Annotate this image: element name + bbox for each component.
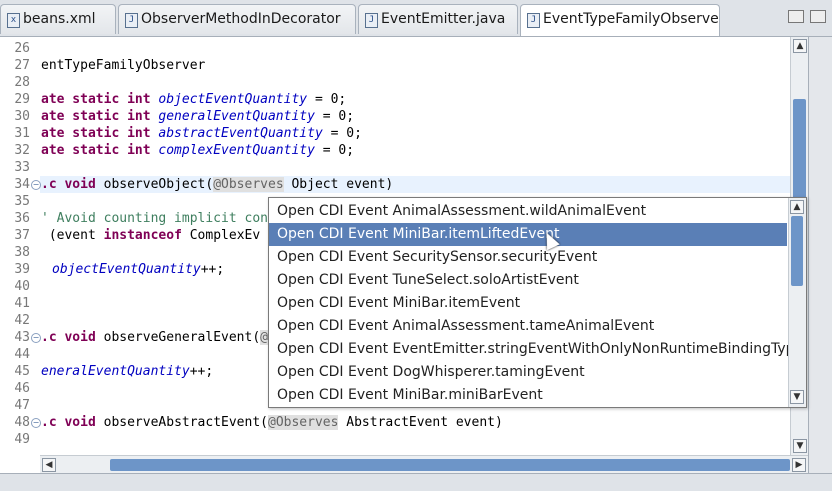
- line-number: 40: [14, 279, 30, 294]
- code-line: .c void observeGeneralEvent(@: [41, 330, 268, 345]
- popup-item[interactable]: Open CDI Event AnimalAssessment.tameAnim…: [269, 315, 787, 338]
- code-line: (event instanceof ComplexEv: [41, 228, 261, 243]
- bottom-views-bar: [0, 473, 832, 491]
- line-number: 33: [14, 160, 30, 175]
- popup-item[interactable]: Open CDI Event TuneSelect.soloArtistEven…: [269, 269, 787, 292]
- scroll-up-icon[interactable]: ▲: [790, 200, 804, 214]
- popup-scrollbar[interactable]: ▲ ▼: [788, 198, 806, 407]
- java-file-icon: J: [527, 13, 540, 28]
- line-number-gutter: 26 27 28 29 30 31 32 33 34 35 36 37 38 3…: [0, 37, 41, 455]
- code-line: objectEventQuantity++;: [52, 262, 225, 277]
- line-number: 29: [14, 92, 30, 107]
- popup-item[interactable]: Open CDI Event SecuritySensor.securityEv…: [269, 246, 787, 269]
- line-number: 45: [14, 364, 30, 379]
- line-number: 48: [14, 415, 30, 430]
- tab-event-type-family-observer[interactable]: J EventTypeFamilyObserver.j: [520, 4, 720, 36]
- popup-item-selected[interactable]: Open CDI Event MiniBar.itemLiftedEvent: [269, 223, 787, 246]
- xml-file-icon: x: [7, 13, 20, 28]
- tab-beans-xml[interactable]: x beans.xml: [0, 4, 116, 34]
- tab-label: beans.xml: [23, 11, 96, 27]
- scroll-right-icon[interactable]: ▶: [792, 458, 806, 472]
- code-line: .c void observeObject(@Observes Object e…: [41, 177, 394, 192]
- line-number: 26: [14, 41, 30, 56]
- line-number: 27: [14, 58, 30, 73]
- line-number: 46: [14, 381, 30, 396]
- fold-toggle-icon[interactable]: −: [31, 180, 41, 190]
- code-line: ate static int abstractEventQuantity = 0…: [41, 126, 362, 141]
- scrollbar-thumb[interactable]: [110, 459, 790, 471]
- scroll-down-icon[interactable]: ▼: [793, 439, 807, 453]
- tab-event-emitter[interactable]: J EventEmitter.java: [358, 4, 518, 34]
- open-cdi-event-popup: Open CDI Event AnimalAssessment.wildAnim…: [268, 197, 807, 408]
- java-file-icon: J: [125, 13, 138, 28]
- code-line: entTypeFamilyObserver: [41, 58, 206, 73]
- tab-label: EventTypeFamilyObserver.j: [543, 11, 720, 27]
- popup-item[interactable]: Open CDI Event DogWhisperer.tamingEvent: [269, 361, 787, 384]
- editor-tab-bar: x beans.xml J ObserverMethodInDecorator …: [0, 0, 832, 37]
- line-number: 36: [14, 211, 30, 226]
- line-number: 28: [14, 75, 30, 90]
- code-line: ' Avoid counting implicit con: [41, 211, 268, 226]
- code-line: eneralEventQuantity++;: [41, 364, 214, 379]
- code-line: ate static int complexEventQuantity = 0;: [41, 143, 355, 158]
- line-number: 44: [14, 347, 30, 362]
- scrollbar-thumb[interactable]: [791, 216, 803, 286]
- tab-observer-method-in-decorator[interactable]: J ObserverMethodInDecorator: [118, 4, 356, 34]
- line-number: 42: [14, 313, 30, 328]
- java-file-icon: J: [365, 13, 378, 28]
- code-line: ate static int generalEventQuantity = 0;: [41, 109, 355, 124]
- editor-horizontal-scrollbar[interactable]: ◀ ▶: [40, 455, 808, 474]
- line-number: 47: [14, 398, 30, 413]
- popup-item[interactable]: Open CDI Event MiniBar.miniBarEvent: [269, 384, 787, 407]
- line-number: 35: [14, 194, 30, 209]
- scroll-up-icon[interactable]: ▲: [793, 39, 807, 53]
- maximize-icon[interactable]: [810, 10, 826, 23]
- line-number: 43: [14, 330, 30, 345]
- popup-item[interactable]: Open CDI Event EventEmitter.stringEventW…: [269, 338, 803, 361]
- code-line: ate static int objectEventQuantity = 0;: [41, 92, 347, 107]
- line-number: 34: [14, 177, 30, 192]
- popup-item[interactable]: Open CDI Event MiniBar.itemEvent: [269, 292, 787, 315]
- fold-toggle-icon[interactable]: −: [31, 418, 41, 428]
- line-number: 38: [14, 245, 30, 260]
- tab-label: EventEmitter.java: [381, 11, 506, 27]
- line-number: 41: [14, 296, 30, 311]
- line-number: 30: [14, 109, 30, 124]
- line-number: 39: [14, 262, 30, 277]
- window-controls: [782, 10, 826, 26]
- scroll-left-icon[interactable]: ◀: [42, 458, 56, 472]
- fold-toggle-icon[interactable]: −: [31, 333, 41, 343]
- minimize-icon[interactable]: [788, 10, 804, 23]
- line-number: 37: [14, 228, 30, 243]
- popup-item[interactable]: Open CDI Event AnimalAssessment.wildAnim…: [269, 200, 787, 223]
- line-number: 49: [14, 432, 30, 447]
- tab-label: ObserverMethodInDecorator: [141, 11, 341, 27]
- scroll-down-icon[interactable]: ▼: [790, 390, 804, 404]
- line-number: 32: [14, 143, 30, 158]
- line-number: 31: [14, 126, 30, 141]
- code-line: .c void observeAbstractEvent(@Observes A…: [41, 415, 503, 430]
- right-side-panel: [808, 37, 832, 473]
